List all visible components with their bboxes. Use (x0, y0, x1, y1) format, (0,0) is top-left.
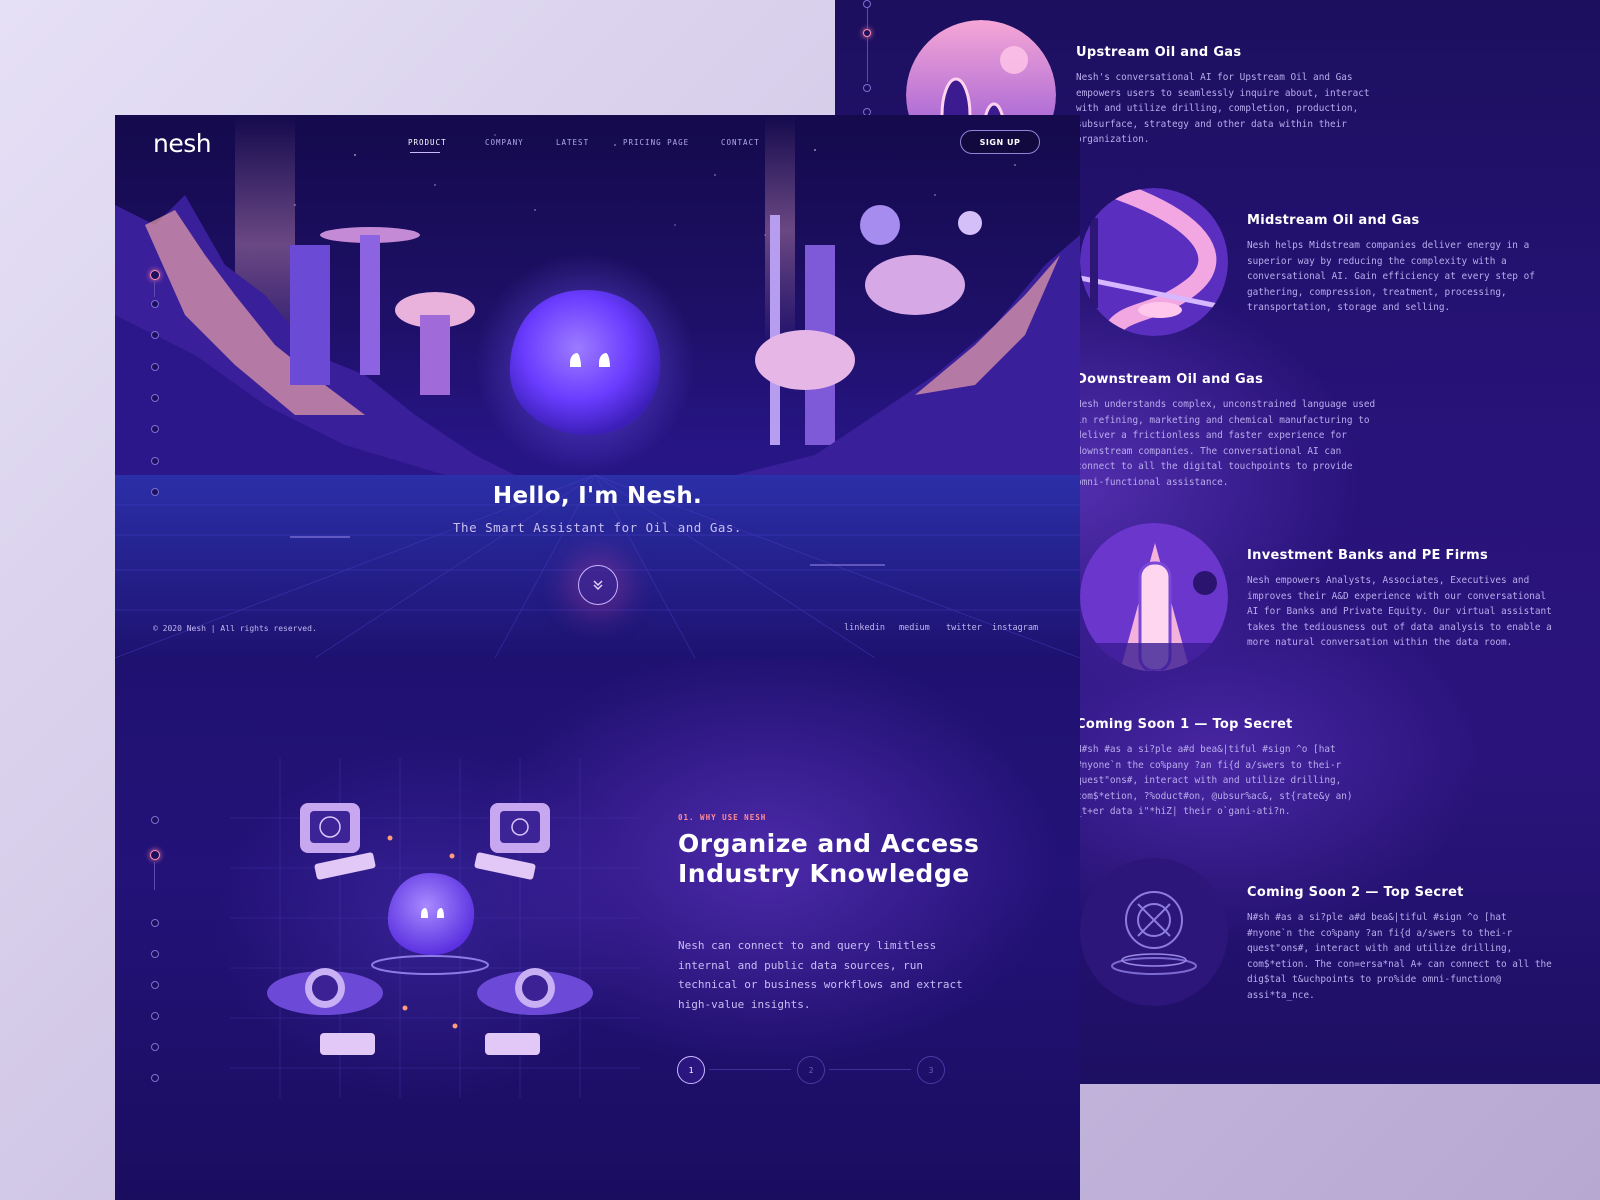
service-title: Coming Soon 2 — Top Secret (1247, 885, 1464, 900)
hero-section: nesh PRODUCT COMPANY LATEST PRICING PAGE… (115, 115, 1080, 658)
nesh-logo[interactable]: nesh (153, 129, 212, 158)
service-investment-banks: Investment Banks and PE Firms Nesh empow… (1247, 548, 1557, 651)
landing-page: nesh PRODUCT COMPANY LATEST PRICING PAGE… (115, 115, 1080, 1200)
nav-item-contact[interactable]: CONTACT (721, 138, 760, 147)
service-body: Nesh understands complex, unconstrained … (1076, 399, 1376, 488)
service-upstream: Upstream Oil and Gas Nesh's conversation… (1076, 45, 1386, 148)
service-coming-soon-1: Coming Soon 1 — Top Secret N#sh #as a si… (1076, 717, 1386, 820)
rail-dot[interactable] (151, 300, 159, 308)
rail-dot[interactable] (151, 457, 159, 465)
rail-dot[interactable] (151, 950, 159, 958)
step-2-button[interactable]: 2 (797, 1056, 825, 1084)
service-body: Nesh empowers Analysts, Associates, Exec… (1247, 575, 1552, 648)
service-downstream: Downstream Oil and Gas Nesh understands … (1076, 372, 1386, 490)
rail-dot[interactable] (151, 331, 159, 339)
rail-dot[interactable] (151, 363, 159, 371)
sign-up-button[interactable]: SIGN UP (960, 130, 1040, 154)
service-body: Nesh helps Midstream companies deliver e… (1247, 240, 1535, 313)
hero-title: Hello, I'm Nesh. (492, 483, 703, 509)
chevron-double-down-icon (593, 580, 603, 590)
social-link-twitter[interactable]: twitter (946, 623, 982, 633)
hero-section-rail (150, 270, 161, 620)
rail-dot-active[interactable] (150, 270, 160, 280)
section-stepper: 1 2 3 (677, 1056, 947, 1086)
nav-item-company[interactable]: COMPANY (485, 138, 524, 147)
back-section-rail (863, 0, 871, 116)
service-body: N#sh #as a si?ple a#d bea&|tiful #sign ^… (1247, 912, 1552, 1001)
service-body: Nesh's conversational AI for Upstream Oi… (1076, 72, 1370, 145)
section-eyebrow: 01. WHY USE NESH (678, 813, 767, 822)
midstream-illustration (1080, 188, 1228, 336)
rail-dot[interactable] (151, 981, 159, 989)
service-body: N#sh #as a si?ple a#d bea&|tiful #sign ^… (1076, 744, 1353, 817)
rail-dot[interactable] (151, 816, 159, 824)
service-title: Coming Soon 1 — Top Secret (1076, 717, 1293, 732)
rail-dot[interactable] (151, 394, 159, 402)
service-title: Downstream Oil and Gas (1076, 372, 1264, 387)
service-title: Midstream Oil and Gas (1247, 213, 1420, 228)
section-title: Organize and Access Industry Knowledge (678, 829, 980, 888)
step-1-button[interactable]: 1 (677, 1056, 705, 1084)
stepper-line (709, 1069, 791, 1070)
computers-illustration (230, 758, 640, 1098)
nav-item-product[interactable]: PRODUCT (408, 138, 447, 153)
nav-label: PRODUCT (408, 138, 447, 147)
rail-dot[interactable] (151, 1074, 159, 1082)
investment-banks-illustration (1080, 523, 1228, 671)
why-section-rail (150, 816, 161, 1096)
rail-dot-active[interactable] (863, 29, 871, 37)
service-midstream: Midstream Oil and Gas Nesh helps Midstre… (1247, 213, 1557, 316)
scroll-down-button[interactable] (578, 565, 618, 605)
coming-soon-2-illustration (1080, 858, 1228, 1006)
copyright-text: © 2020 Nesh | All rights reserved. (153, 624, 317, 633)
rail-dot[interactable] (863, 0, 871, 8)
social-link-medium[interactable]: medium (899, 623, 930, 633)
service-title: Investment Banks and PE Firms (1247, 548, 1489, 563)
service-title: Upstream Oil and Gas (1076, 45, 1242, 60)
rail-dot[interactable] (151, 1043, 159, 1051)
section-body: Nesh can connect to and query limitless … (678, 939, 963, 1011)
rail-dot[interactable] (151, 1012, 159, 1020)
rail-dot[interactable] (863, 84, 871, 92)
rail-dot[interactable] (151, 919, 159, 927)
nav-item-latest[interactable]: LATEST (556, 138, 589, 147)
service-coming-soon-2: Coming Soon 2 — Top Secret N#sh #as a si… (1247, 885, 1557, 1003)
nav-item-pricing[interactable]: PRICING PAGE (623, 138, 689, 147)
stepper-line (829, 1069, 911, 1070)
rail-dot[interactable] (151, 425, 159, 433)
nav-active-underline (410, 152, 440, 153)
step-3-button[interactable]: 3 (917, 1056, 945, 1084)
why-nesh-section: 01. WHY USE NESH Organize and Access Ind… (115, 658, 1080, 1200)
social-link-linkedin[interactable]: linkedin (844, 623, 885, 633)
hero-subtitle: The Smart Assistant for Oil and Gas. (453, 520, 742, 535)
rail-dot-active[interactable] (150, 850, 160, 860)
social-link-instagram[interactable]: instagram (992, 623, 1038, 633)
